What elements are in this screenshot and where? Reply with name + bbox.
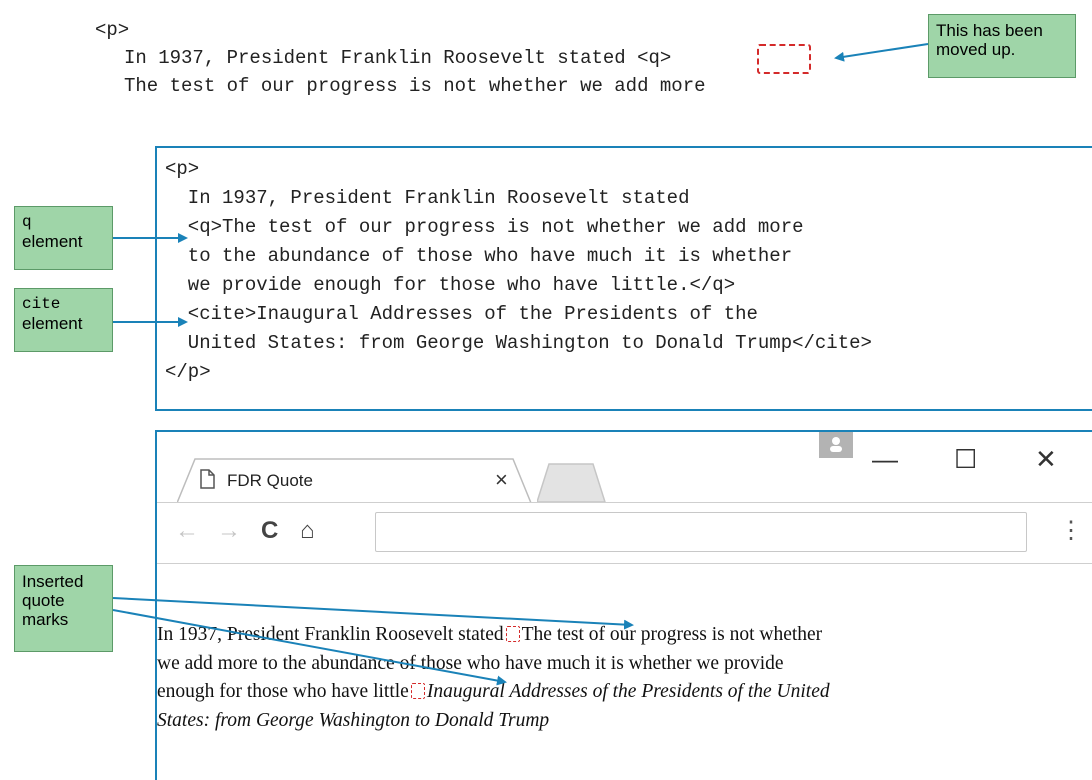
inserted-quote-marks-callout: Inserted quote marks bbox=[14, 565, 113, 652]
window-close-button[interactable]: ✕ bbox=[1035, 446, 1057, 472]
code-line: In 1937, President Franklin Roosevelt st… bbox=[165, 187, 690, 209]
reload-button[interactable]: C bbox=[261, 517, 278, 545]
top-code-line-test: The test of our progress is not whether … bbox=[124, 75, 706, 97]
top-code-stated-text: In 1937, President Franklin Roosevelt st… bbox=[124, 47, 626, 69]
page-line-3: enough for those who have little Inaugura… bbox=[157, 678, 1087, 707]
q-element-code-label: q bbox=[22, 213, 32, 231]
cite-element-word-label: element bbox=[22, 314, 83, 333]
top-code-line-p: <p> bbox=[95, 19, 130, 41]
back-button[interactable]: ← bbox=[175, 517, 199, 545]
profile-avatar[interactable] bbox=[819, 432, 853, 458]
q-element-callout: q element bbox=[14, 206, 113, 270]
quote-text-1: The test of our progress is not whether bbox=[521, 624, 823, 645]
menu-button[interactable]: ⋮ bbox=[1059, 517, 1083, 545]
cite-text-1: Inaugural Addresses of the Presidents of… bbox=[426, 681, 830, 702]
home-button[interactable]: ⌂ bbox=[300, 517, 315, 545]
code-line: </p> bbox=[165, 361, 211, 383]
cite-element-callout: cite element bbox=[14, 288, 113, 352]
inserted-quote-mark-open bbox=[505, 626, 520, 642]
document-icon bbox=[200, 469, 215, 489]
page-line-4: States: from George Washington to Donald… bbox=[157, 709, 550, 731]
address-bar[interactable] bbox=[375, 512, 1027, 552]
code-line: <p> bbox=[165, 158, 200, 180]
page-line-1: In 1937, President Franklin Roosevelt st… bbox=[157, 621, 1087, 650]
code-line: we provide enough for those who have lit… bbox=[165, 274, 736, 296]
code-line-q: <q>The test of our progress is not wheth… bbox=[165, 216, 804, 238]
maximize-button[interactable]: ☐ bbox=[954, 446, 977, 472]
inserted-quote-mark-close bbox=[410, 683, 425, 699]
forward-button[interactable]: → bbox=[217, 517, 241, 545]
moved-q-highlight bbox=[757, 44, 811, 74]
code-box: <p> In 1937, President Franklin Roosevel… bbox=[155, 146, 1092, 411]
moved-up-callout: This has been moved up. bbox=[928, 14, 1076, 78]
tab-close-button[interactable]: × bbox=[495, 467, 508, 493]
browser-window: — ☐ ✕ FDR Quote × ← → C ⌂ ⋮ In 1937, Pre… bbox=[155, 430, 1092, 780]
arrow-moved-up bbox=[834, 43, 929, 62]
browser-toolbar: ← → C ⌂ ⋮ bbox=[157, 502, 1092, 564]
code-line-cite: <cite>Inaugural Addresses of the Preside… bbox=[165, 303, 758, 325]
minimize-button[interactable]: — bbox=[872, 446, 898, 472]
top-code-line-stated: In 1937, President Franklin Roosevelt st… bbox=[124, 46, 671, 70]
cite-element-code-label: cite bbox=[22, 295, 61, 313]
title-bar: — ☐ ✕ FDR Quote × bbox=[157, 432, 1092, 504]
page-content: In 1937, President Franklin Roosevelt st… bbox=[157, 621, 1087, 735]
quote-text-3: enough for those who have little bbox=[157, 681, 409, 702]
q-element-word-label: element bbox=[22, 232, 83, 251]
person-icon bbox=[830, 437, 842, 452]
code-line: to the abundance of those who have much … bbox=[165, 245, 793, 267]
top-code-q-tag: <q> bbox=[637, 47, 672, 69]
intro-text: In 1937, President Franklin Roosevelt st… bbox=[157, 624, 504, 645]
new-tab-button[interactable] bbox=[537, 460, 609, 504]
tab-fdr-quote[interactable]: FDR Quote × bbox=[177, 457, 532, 503]
code-line: United States: from George Washington to… bbox=[165, 332, 872, 354]
page-line-2: we add more to the abundance of those wh… bbox=[157, 652, 784, 674]
tab-title: FDR Quote bbox=[227, 471, 313, 490]
